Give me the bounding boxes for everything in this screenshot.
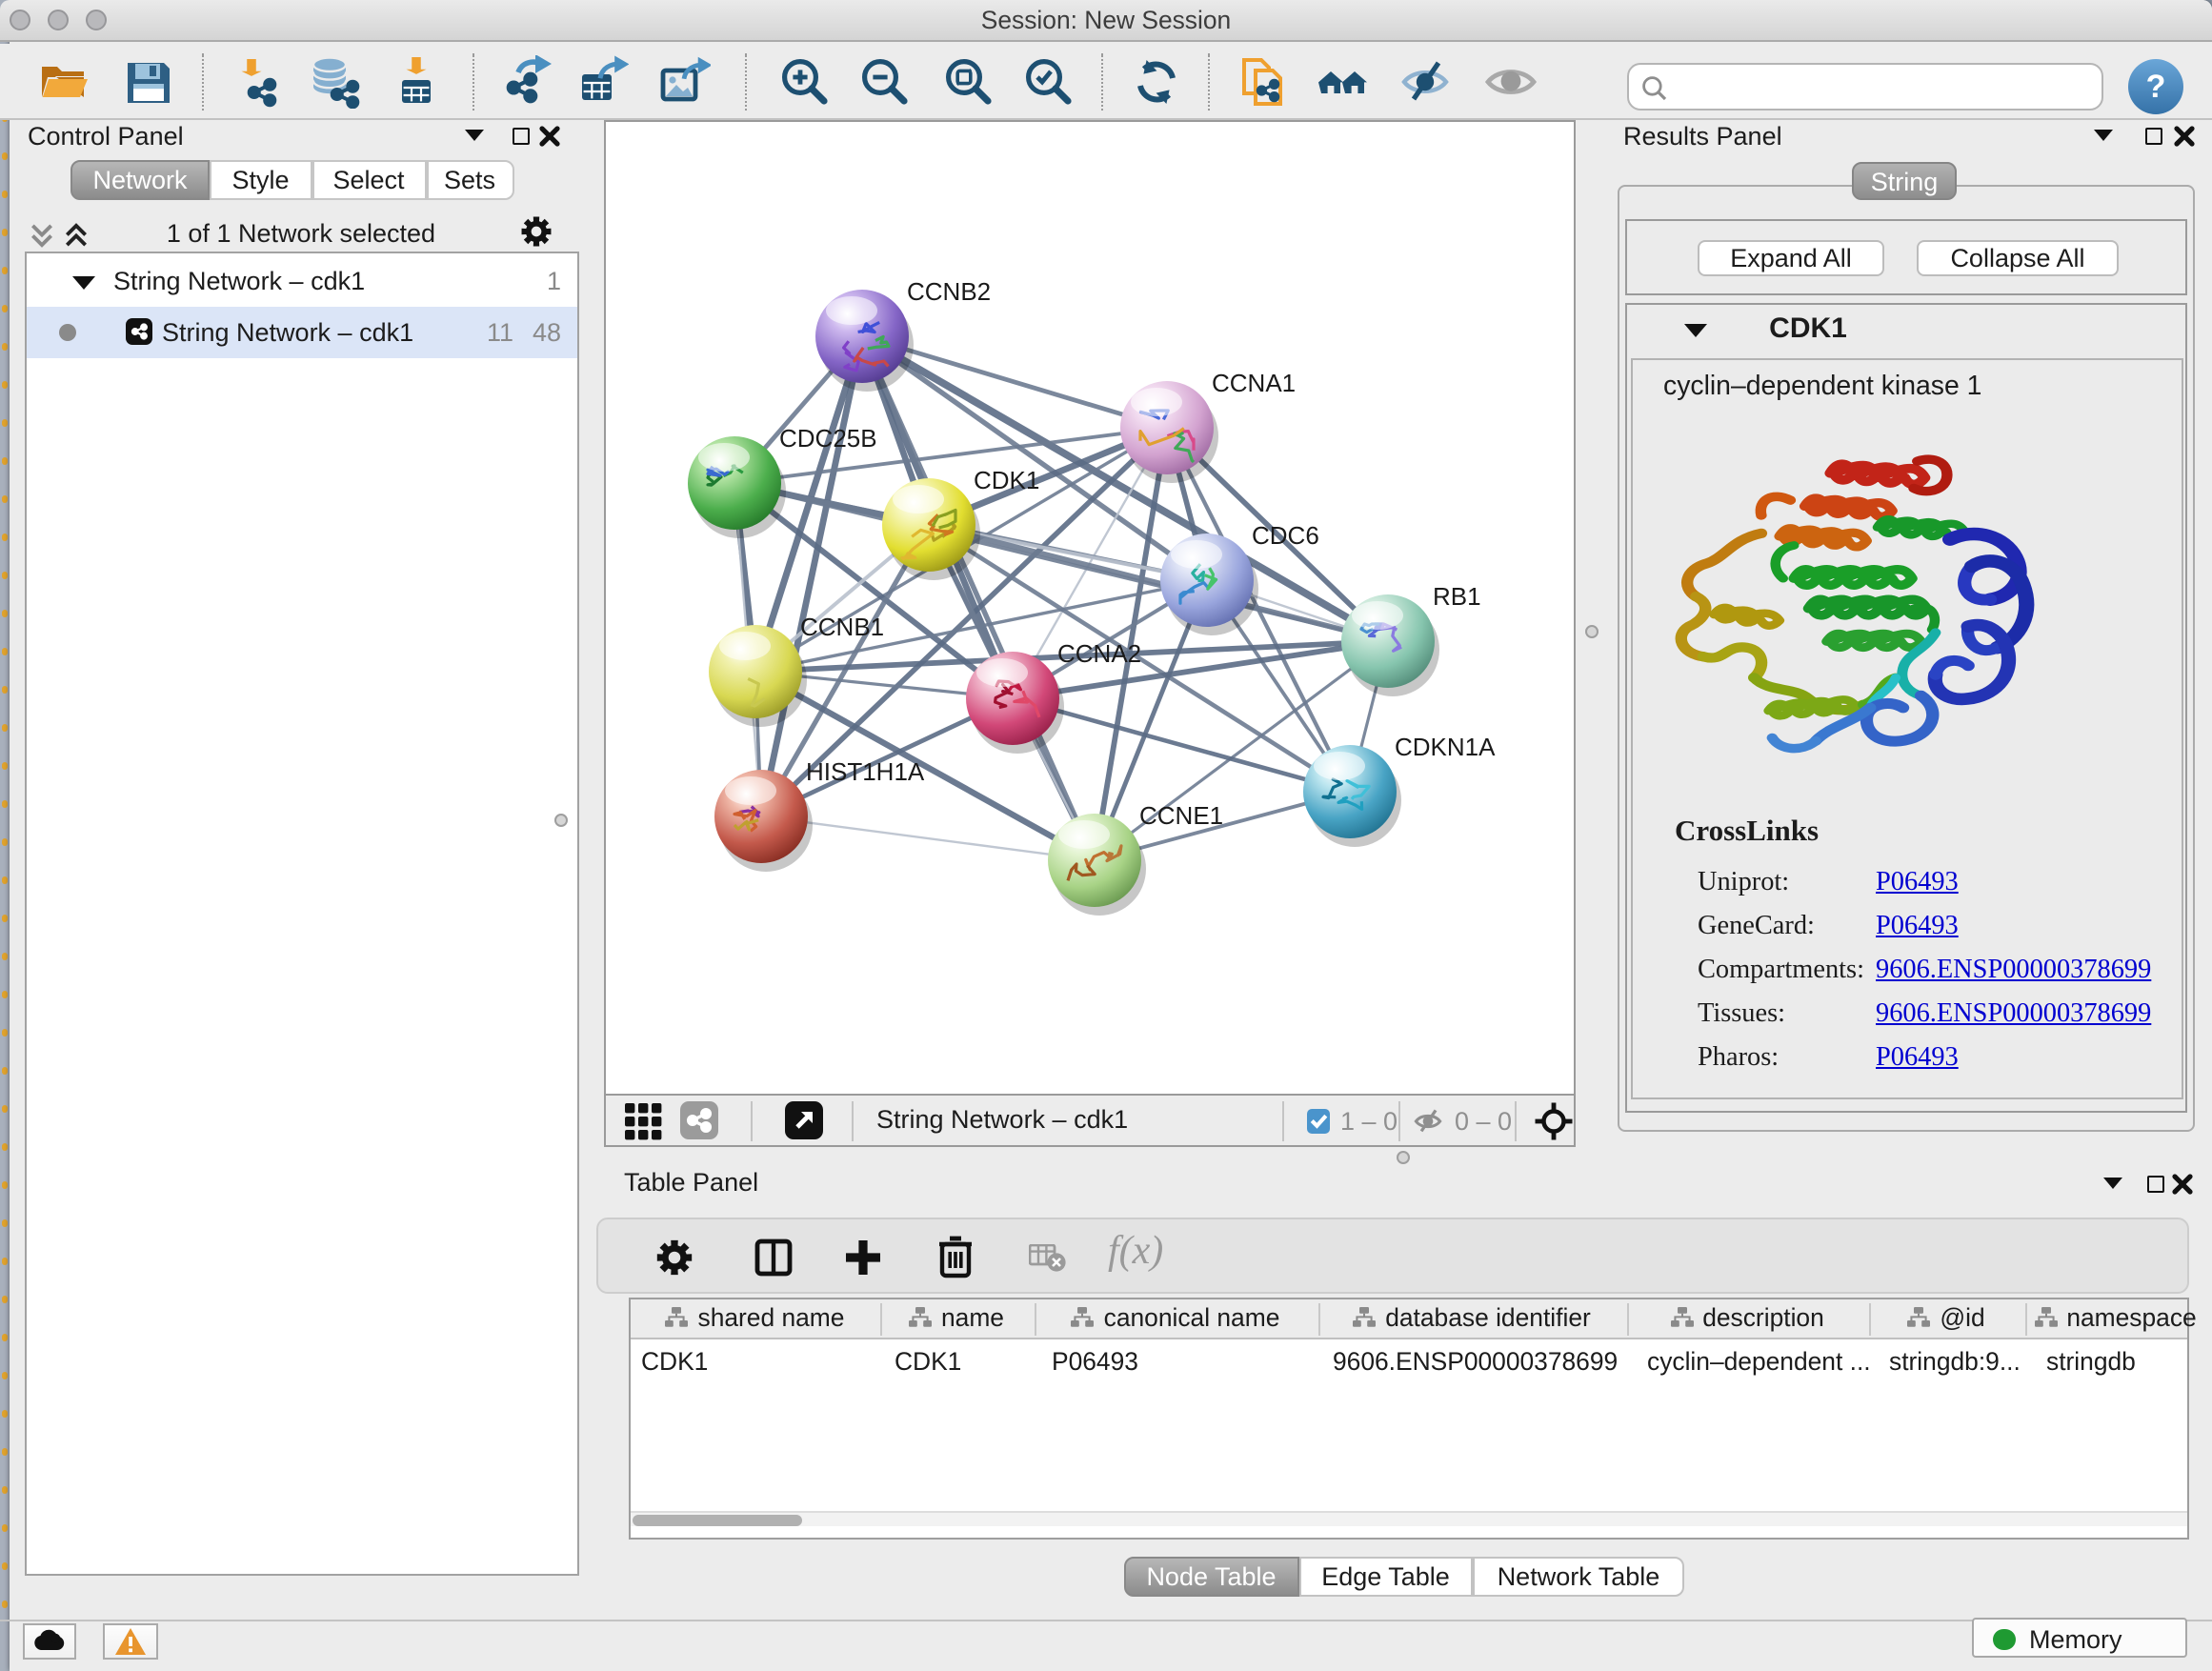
svg-text:CDC25B: CDC25B: [778, 423, 876, 452]
svg-text:CDK1: CDK1: [973, 465, 1038, 493]
svg-text:CDKN1A: CDKN1A: [1394, 732, 1495, 760]
svg-text:CCNB2: CCNB2: [906, 276, 990, 305]
svg-text:CCNE1: CCNE1: [1138, 800, 1222, 829]
svg-text:CCNB1: CCNB1: [799, 612, 883, 640]
svg-text:CCNA1: CCNA1: [1211, 368, 1295, 396]
svg-text:HIST1H1A: HIST1H1A: [805, 756, 924, 785]
svg-text:RB1: RB1: [1432, 581, 1480, 610]
svg-text:CDC6: CDC6: [1251, 520, 1318, 549]
svg-text:CCNA2: CCNA2: [1056, 638, 1140, 667]
